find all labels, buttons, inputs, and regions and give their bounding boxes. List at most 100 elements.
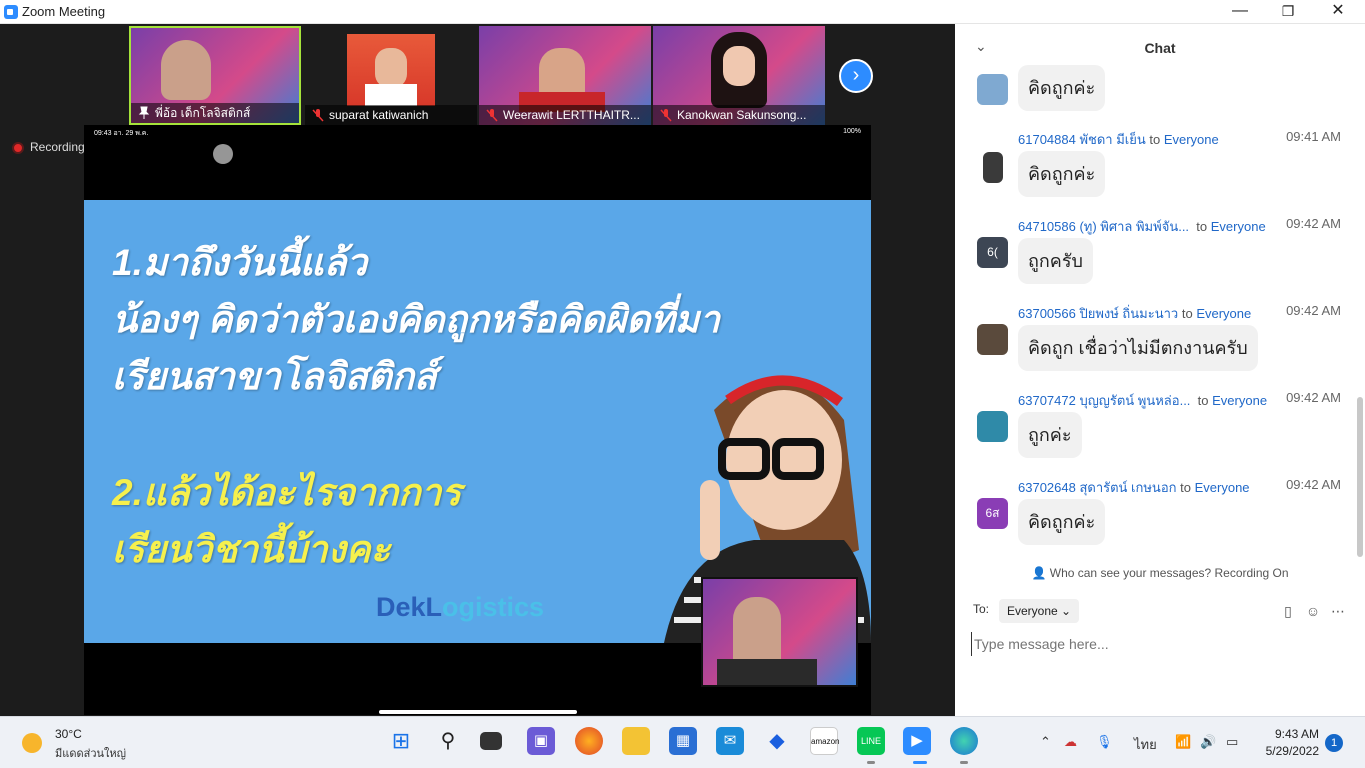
recording-label: Recording [30, 140, 85, 154]
participant-tile[interactable]: suparat katiwanich [305, 26, 477, 125]
file-explorer-icon[interactable] [622, 727, 650, 755]
message-text: คิดถูกค่ะ [1018, 151, 1106, 197]
battery-icon[interactable]: ▭ [1226, 734, 1238, 750]
firefox-icon[interactable] [575, 727, 603, 755]
participant-video [711, 32, 767, 108]
avatar [977, 74, 1008, 105]
scrollbar-thumb[interactable] [1357, 397, 1363, 557]
wifi-icon[interactable]: 📶 [1175, 734, 1191, 750]
participant-name: พี่อ้อ เด็กโลจิสติกส์ [131, 103, 299, 123]
windows-start-icon[interactable]: ⊞ [387, 727, 415, 755]
deklogistics-logo: DekLogistics [376, 592, 545, 622]
muted-mic-icon [312, 109, 324, 122]
zoom-app-icon [4, 5, 18, 19]
store-icon[interactable]: ▦ [669, 727, 697, 755]
question-line: เรียนสาขาโลจิสติกส์ [112, 356, 437, 397]
language-indicator[interactable]: ไทย [1134, 734, 1157, 755]
muted-mic-icon [660, 109, 672, 122]
phone-status-bar: 09:43 อา. 29 พ.ค. 100% [84, 125, 871, 141]
mail-icon[interactable]: ✉ [716, 727, 744, 755]
next-participants-button[interactable]: › [839, 59, 873, 93]
message-time: 09:42 AM [1286, 303, 1341, 318]
question-one: 1.มาถึงวันนี้แล้ว น้องๆ คิดว่าตัวเองคิดถ… [112, 234, 720, 405]
message-text: ถูกครับ [1018, 238, 1093, 284]
running-indicator [867, 761, 875, 764]
message-time: 09:42 AM [1286, 390, 1341, 405]
window-title: Zoom Meeting [22, 4, 106, 19]
avatar: 6( [977, 237, 1008, 268]
dropbox-icon[interactable]: ◆ [763, 727, 791, 755]
chat-scrollbar[interactable] [1357, 74, 1363, 560]
recipient-select[interactable]: Everyone ⌄ [999, 599, 1080, 623]
question-line: น้องๆ คิดว่าตัวเองคิดถูกหรือคิดผิดที่มา [112, 299, 720, 340]
question-line: เรียนวิชานี้บ้างคะ [112, 529, 391, 570]
zoom-icon[interactable]: ▶ [903, 727, 931, 755]
onedrive-icon[interactable]: ☁ [1064, 734, 1077, 750]
message-time: 09:42 AM [1286, 216, 1341, 231]
avatar [977, 411, 1008, 442]
privacy-note[interactable]: 👤 Who can see your messages? Recording O… [955, 566, 1365, 580]
close-button[interactable]: ✕ [1315, 0, 1361, 24]
sun-icon [22, 733, 42, 753]
clock[interactable]: 9:43 AM 5/29/2022 [1266, 726, 1319, 760]
volume-icon[interactable]: 🔊 [1200, 734, 1216, 750]
line-icon[interactable]: LINE [857, 727, 885, 755]
shared-screen: 09:43 อา. 29 พ.ค. 100% 1.มาถึงวันนี้แล้ว… [84, 125, 871, 715]
message-meta: 63702648 สุดารัตน์ เกษนอก to Everyone [1018, 480, 1250, 495]
chevron-down-icon: ⌄ [1061, 604, 1072, 618]
message-meta: 61704884 พัชดา มีเย็น to Everyone [1018, 132, 1219, 147]
participant-video [347, 34, 435, 106]
message-text: คิดถูกค่ะ [1018, 499, 1106, 545]
chat-panel: ⌄ Chat คิดถูกค่ะ 61704884 พัชดา มีเย็น t… [955, 24, 1365, 716]
clock-time: 9:43 AM [1274, 727, 1319, 741]
to-label: To: [973, 602, 990, 616]
teams-chat-icon[interactable]: ▣ [527, 727, 555, 755]
message-meta: 63707472 บุญญรัตน์ พูนหล่อ... to Everyon… [1018, 393, 1268, 408]
participant-name: Weerawit LERTTHAITR... [479, 105, 651, 125]
emoji-icon[interactable]: ☺ [1304, 602, 1322, 620]
file-icon[interactable]: ▯ [1279, 602, 1297, 620]
question-line: 2.แล้วได้อะไรจากการ [112, 472, 462, 513]
muted-mic-icon [486, 109, 498, 122]
avatar [977, 324, 1008, 355]
weather-temp: 30°C [55, 727, 82, 741]
running-indicator [960, 761, 968, 764]
video-area: พี่อ้อ เด็กโลจิสติกส์ suparat katiwanich… [0, 24, 955, 716]
more-icon[interactable]: ⋯ [1329, 602, 1347, 620]
recipient-value: Everyone [1007, 604, 1058, 618]
question-line: 1.มาถึงวันนี้แล้ว [112, 242, 368, 283]
message-text: คิดถูกค่ะ [1018, 65, 1106, 111]
chevron-up-icon[interactable]: ⌃ [1040, 734, 1051, 750]
participant-tile[interactable]: พี่อ้อ เด็กโลจิสติกส์ [129, 26, 301, 125]
minimize-button[interactable]: — [1217, 0, 1263, 24]
avatar [983, 152, 1003, 183]
pin-icon [138, 106, 150, 119]
message-text: คิดถูก เชื่อว่าไม่มีตกงานครับ [1018, 325, 1258, 371]
task-view-icon[interactable] [480, 732, 502, 750]
message-time: 09:42 AM [1286, 477, 1341, 492]
touch-indicator [213, 144, 233, 164]
message-meta: 64710586 (ทู) พิศาล พิมพ์จัน... to Every… [1018, 219, 1266, 234]
recording-dot-icon [12, 141, 24, 154]
participant-name: Kanokwan Sakunsong... [653, 105, 825, 125]
maximize-button[interactable]: ❐ [1265, 0, 1311, 24]
notification-badge[interactable]: 1 [1325, 734, 1343, 752]
active-indicator [913, 761, 927, 764]
search-icon[interactable]: ⚲ [434, 727, 462, 755]
message-time: 09:41 AM [1286, 129, 1341, 144]
edge-icon[interactable] [950, 727, 978, 755]
phone-time: 09:43 อา. 29 พ.ค. [94, 130, 149, 137]
microphone-icon[interactable]: 🎙 [1096, 734, 1113, 750]
chat-message-input[interactable] [971, 632, 1351, 656]
message-meta: 63700566 ปิยพงษ์ ถิ่นมะนาว to Everyone [1018, 306, 1252, 321]
amazon-icon[interactable]: amazon [810, 727, 839, 755]
chat-title: Chat [1144, 40, 1176, 56]
participant-tile[interactable]: Weerawit LERTTHAITR... [479, 26, 651, 125]
phone-home-bar [379, 710, 577, 714]
clock-date: 5/29/2022 [1265, 744, 1319, 758]
recording-indicator[interactable]: Recording [12, 140, 85, 154]
question-two: 2.แล้วได้อะไรจากการ เรียนวิชานี้บ้างคะ [112, 464, 461, 578]
presenter-video [701, 577, 858, 687]
person-lock-icon: 👤 [1031, 566, 1047, 580]
participant-tile[interactable]: Kanokwan Sakunsong... [653, 26, 825, 125]
